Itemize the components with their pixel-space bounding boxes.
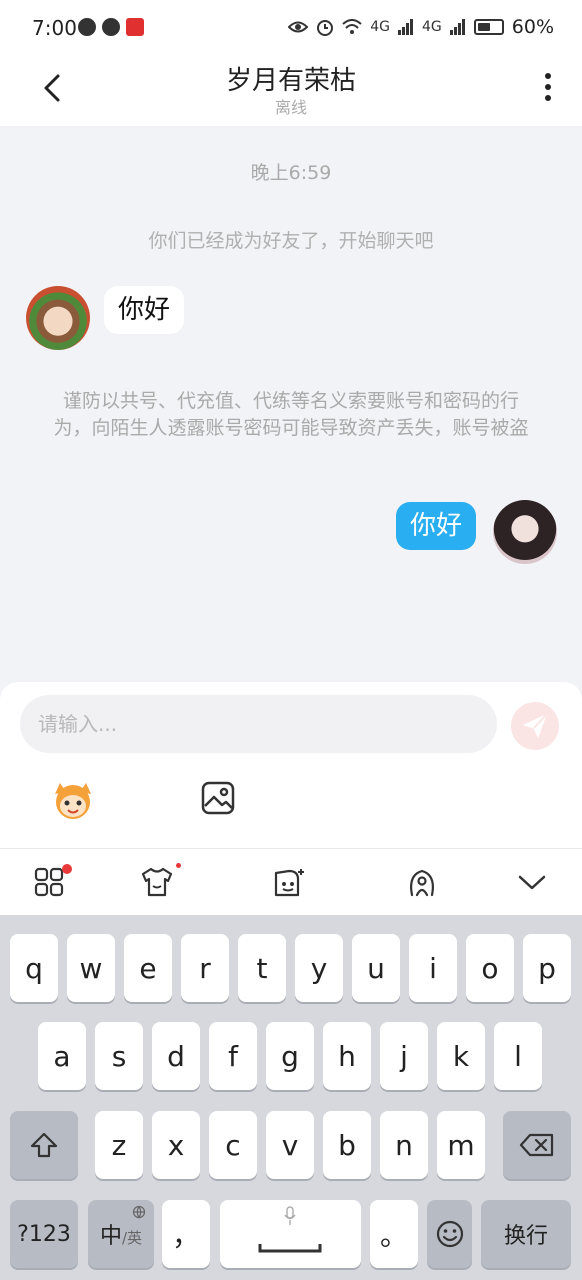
chat-header: 岁月有荣枯 离线 (0, 58, 582, 126)
message-input[interactable] (20, 695, 497, 753)
security-warning: 谨防以共号、代充值、代练等名义索要账号和密码的行为，向陌生人透露账号密码可能导致… (53, 390, 529, 439)
keyboard-toolbar (0, 848, 582, 915)
language-switch-key[interactable]: 中/英 (88, 1200, 154, 1268)
enter-key[interactable]: 换行 (481, 1200, 571, 1268)
network-type-a: 4G (370, 19, 390, 35)
my-avatar[interactable] (493, 500, 557, 564)
grid-icon (34, 867, 64, 897)
key-f[interactable]: f (209, 1022, 257, 1090)
symbols-key[interactable]: ?123 (10, 1200, 78, 1268)
key-w[interactable]: w (67, 934, 115, 1002)
status-time: 7:00 (32, 16, 77, 40)
key-z[interactable]: z (95, 1111, 143, 1179)
send-button[interactable] (511, 702, 559, 750)
wifi-icon (342, 19, 362, 34)
message-timestamp: 晚上6:59 (250, 162, 332, 184)
contact-name: 岁月有荣枯 (225, 66, 356, 96)
chevron-down-icon (518, 875, 546, 890)
emoji-key[interactable] (427, 1200, 472, 1268)
signal-icon-2 (449, 19, 465, 35)
contact-status: 离线 (274, 98, 307, 117)
app-badge-icon (126, 18, 144, 36)
theme-button[interactable] (140, 863, 181, 899)
notification-dot-small (176, 863, 181, 868)
key-n[interactable]: n (380, 1111, 428, 1179)
key-p[interactable]: p (523, 934, 571, 1002)
key-e[interactable]: e (124, 934, 172, 1002)
contact-avatar[interactable] (26, 286, 90, 350)
mic-icon (284, 1206, 296, 1225)
key-v[interactable]: v (266, 1111, 314, 1179)
backspace-key[interactable] (503, 1111, 571, 1179)
incoming-message-bubble[interactable]: 你好 (104, 286, 185, 334)
key-y[interactable]: y (295, 934, 343, 1002)
notification-dot (62, 864, 72, 874)
key-g[interactable]: g (266, 1022, 314, 1090)
globe-icon (132, 1205, 146, 1219)
backspace-icon (519, 1133, 554, 1157)
status-bar: 7:00 4G 4G 60% (0, 0, 582, 58)
message-notification-icon (102, 18, 120, 36)
key-k[interactable]: k (437, 1022, 485, 1090)
key-i[interactable]: i (409, 934, 457, 1002)
lang-main-label: 中 (99, 1224, 122, 1249)
emoji-button[interactable] (50, 780, 96, 820)
space-key[interactable] (220, 1200, 361, 1268)
key-c[interactable]: c (209, 1111, 257, 1179)
keyboard: q w e r t y u i o p a s d f g h j k l z … (0, 915, 582, 1280)
key-l[interactable]: l (494, 1022, 542, 1090)
key-x[interactable]: x (152, 1111, 200, 1179)
face-sticker-icon (274, 869, 304, 897)
image-icon (201, 781, 235, 815)
app-notification-icon (78, 18, 96, 36)
signal-icon (398, 19, 413, 35)
key-q[interactable]: q (10, 934, 58, 1002)
assistant-icon (410, 869, 434, 897)
assistant-button[interactable] (406, 867, 440, 899)
system-message: 你们已经成为好友了，开始聊天吧 (148, 230, 434, 252)
image-button[interactable] (200, 780, 236, 816)
sticker-button[interactable] (272, 867, 306, 899)
battery-percent: 60% (511, 16, 554, 38)
battery-icon (473, 19, 504, 35)
smile-icon (436, 1220, 463, 1248)
outgoing-message-bubble[interactable]: 你好 (396, 502, 477, 550)
key-b[interactable]: b (323, 1111, 371, 1179)
eye-icon (288, 21, 309, 33)
composer-panel (0, 682, 582, 848)
notification-icons (78, 18, 144, 36)
apps-button[interactable] (34, 864, 72, 899)
shift-key[interactable] (10, 1111, 78, 1179)
key-u[interactable]: u (352, 934, 400, 1002)
key-o[interactable]: o (466, 934, 514, 1002)
comma-key[interactable]: ， (162, 1200, 210, 1268)
key-r[interactable]: r (181, 934, 229, 1002)
paper-plane-icon (523, 714, 547, 738)
key-a[interactable]: a (38, 1022, 86, 1090)
network-type-b: 4G (422, 19, 442, 35)
key-s[interactable]: s (95, 1022, 143, 1090)
key-j[interactable]: j (380, 1022, 428, 1090)
key-h[interactable]: h (323, 1022, 371, 1090)
shift-icon (30, 1132, 58, 1158)
space-bar-icon (258, 1244, 322, 1253)
key-d[interactable]: d (152, 1022, 200, 1090)
collapse-keyboard-button[interactable] (516, 867, 550, 899)
more-button[interactable] (540, 70, 556, 104)
key-m[interactable]: m (437, 1111, 485, 1179)
period-key[interactable]: 。 (370, 1200, 418, 1268)
mascot-emoji-icon (55, 783, 91, 819)
more-vertical-icon (545, 72, 551, 79)
lang-sub-label: /英 (121, 1228, 143, 1247)
tshirt-icon (141, 867, 173, 897)
alarm-icon (317, 20, 334, 36)
key-t[interactable]: t (238, 934, 286, 1002)
chat-area[interactable]: 晚上6:59 你们已经成为好友了，开始聊天吧 你好 谨防以共号、代充值、代练等名… (0, 126, 582, 682)
status-right: 4G 4G 60% (288, 16, 554, 38)
